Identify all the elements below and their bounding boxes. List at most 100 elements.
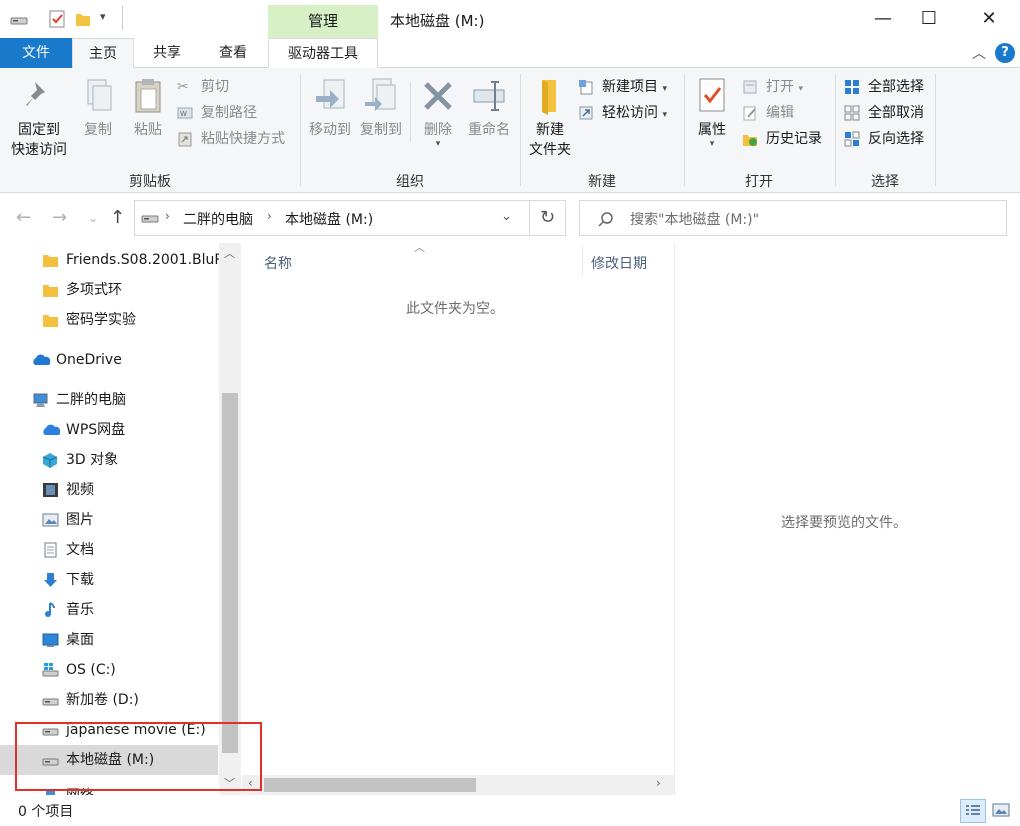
breadcrumb-chevron-icon[interactable]: ›	[267, 209, 272, 223]
group-separator	[935, 74, 936, 186]
maximize-button[interactable]: ☐	[906, 0, 952, 38]
close-button[interactable]: ✕	[966, 0, 1012, 38]
breadcrumb-chevron-icon[interactable]: ›	[165, 209, 170, 223]
tree-item-label: Friends.S08.2001.BluR	[66, 252, 225, 268]
move-to-button[interactable]: 移动到	[304, 76, 356, 140]
move-to-icon	[312, 76, 348, 116]
edit-icon	[743, 106, 756, 121]
properties-button[interactable]: 属性 ▾	[690, 76, 734, 149]
copy-path-icon: W	[177, 107, 193, 119]
delete-dropdown-icon[interactable]: ▾	[416, 140, 460, 149]
tab-share[interactable]: 共享	[134, 38, 200, 68]
tree-item-label: 二胖的电脑	[56, 392, 126, 408]
up-arrow-icon[interactable]: ↑	[110, 207, 125, 228]
copy-path-button[interactable]: W 复制路径	[177, 102, 257, 124]
item-count: 0 个项目	[18, 804, 74, 820]
qat-divider	[122, 6, 123, 30]
select-none-button[interactable]: 全部取消	[844, 102, 924, 124]
group-separator	[835, 74, 836, 186]
open-icon	[743, 80, 757, 94]
column-header-modified[interactable]: 修改日期	[591, 253, 647, 273]
paste-icon	[130, 76, 166, 116]
new-item-button[interactable]: 新建项目 ▾	[578, 76, 667, 98]
window-title: 本地磁盘 (M:)	[390, 12, 485, 30]
details-view-button[interactable]	[960, 799, 986, 823]
new-folder-icon[interactable]	[74, 10, 92, 28]
easy-access-icon	[579, 106, 593, 120]
scroll-right-icon[interactable]: ›	[656, 776, 661, 790]
back-arrow-icon[interactable]: ←	[16, 207, 31, 228]
new-item-icon	[579, 80, 593, 95]
edit-button[interactable]: 编辑	[742, 102, 794, 124]
organize-group-label: 组织	[396, 174, 424, 190]
highlight-annotation-box	[15, 722, 262, 791]
collapse-ribbon-icon[interactable]: ︿	[972, 43, 986, 63]
paste-shortcut-button[interactable]: 粘贴快捷方式	[177, 128, 285, 150]
search-box[interactable]: 搜索"本地磁盘 (M:)"	[579, 200, 1007, 236]
tab-file[interactable]: 文件	[0, 38, 72, 68]
breadcrumb-drive-m[interactable]: 本地磁盘 (M:)	[285, 209, 373, 229]
computer-icon	[33, 393, 48, 407]
file-list-scroll-thumb[interactable]	[264, 778, 476, 792]
group-separator	[300, 74, 301, 186]
paste-shortcut-icon	[178, 132, 192, 147]
select-none-icon	[844, 105, 860, 121]
copy-button[interactable]: 复制	[76, 76, 120, 140]
help-icon[interactable]: ?	[995, 43, 1015, 63]
select-all-label: 全部选择	[868, 79, 924, 95]
paste-button[interactable]: 粘贴	[126, 76, 170, 140]
folder-icon	[43, 285, 58, 297]
new-folder-label-line2: 文件夹	[529, 142, 571, 158]
copy-to-icon	[363, 76, 399, 116]
tree-item-label: WPS网盘	[66, 422, 126, 438]
recent-locations-chevron-icon[interactable]: ⌄	[88, 211, 98, 225]
tree-item-label: OneDrive	[56, 352, 122, 368]
address-dropdown-icon[interactable]: ⌄	[501, 209, 512, 224]
open-button[interactable]: 打开 ▾	[742, 76, 803, 98]
invert-selection-button[interactable]: 反向选择	[844, 128, 924, 150]
address-bar[interactable]: › 二胖的电脑 › 本地磁盘 (M:) ⌄	[134, 200, 530, 236]
easy-access-button[interactable]: 轻松访问 ▾	[578, 102, 667, 124]
scroll-up-icon[interactable]: ︿	[224, 245, 235, 261]
qat-dropdown-icon[interactable]: ▾	[100, 10, 106, 23]
copy-to-button[interactable]: 复制到	[356, 76, 406, 140]
tree-item-label: 新加卷 (D:)	[66, 692, 139, 708]
ribbon: 固定到 快速访问 复制 粘贴 ✂ 剪切 W 复制路径 粘贴快捷方式 剪贴板 移动…	[0, 68, 1020, 193]
properties-icon	[694, 76, 730, 116]
new-folder-button[interactable]: 新建 文件夹	[526, 76, 574, 160]
history-button[interactable]: 历史记录	[742, 128, 822, 150]
copy-path-label: 复制路径	[201, 105, 257, 121]
rename-button[interactable]: 重命名	[462, 76, 516, 140]
delete-label: 删除	[424, 122, 452, 138]
scissors-icon: ✂	[177, 79, 189, 95]
forward-arrow-icon[interactable]: →	[52, 207, 67, 228]
breadcrumb-computer[interactable]: 二胖的电脑	[183, 209, 253, 229]
select-all-button[interactable]: 全部选择	[844, 76, 924, 98]
windows-drive-icon	[42, 663, 59, 677]
navigation-pane: Friends.S08.2001.BluR 多项式环 密码学实验 OneDriv…	[0, 243, 242, 795]
delete-button[interactable]: 删除 ▾	[416, 76, 460, 149]
properties-label: 属性	[698, 122, 726, 138]
properties-icon[interactable]	[48, 10, 66, 28]
file-list-horizontal-scrollbar[interactable]: ‹ ›	[242, 775, 674, 795]
nav-pane-scrollbar[interactable]: ︿ ﹀	[219, 243, 241, 795]
tree-item-label: 多项式环	[66, 282, 122, 298]
minimize-button[interactable]: —	[860, 0, 906, 38]
properties-dropdown-icon[interactable]: ▾	[690, 140, 734, 149]
folder-icon	[43, 255, 58, 267]
status-bar: 0 个项目	[0, 795, 1020, 826]
easy-access-label: 轻松访问	[602, 105, 658, 121]
tab-home[interactable]: 主页	[72, 38, 134, 69]
new-item-label: 新建项目	[602, 79, 658, 95]
manage-context-tab[interactable]: 管理	[268, 5, 378, 38]
navigation-row: ← → ⌄ ↑ › 二胖的电脑 › 本地磁盘 (M:) ⌄ ↻ 搜索"本地磁盘 …	[0, 193, 1020, 243]
refresh-button[interactable]: ↻	[530, 200, 566, 236]
column-divider[interactable]	[582, 247, 583, 275]
column-header-name[interactable]: 名称	[264, 253, 292, 273]
nav-pane-scroll-thumb[interactable]	[222, 393, 238, 753]
large-icons-view-button[interactable]	[988, 799, 1014, 823]
cut-button[interactable]: ✂ 剪切	[177, 76, 229, 98]
tab-drive-tools[interactable]: 驱动器工具	[268, 38, 378, 69]
tab-view[interactable]: 查看	[200, 38, 266, 68]
pin-quick-access-button[interactable]: 固定到 快速访问	[6, 76, 72, 160]
